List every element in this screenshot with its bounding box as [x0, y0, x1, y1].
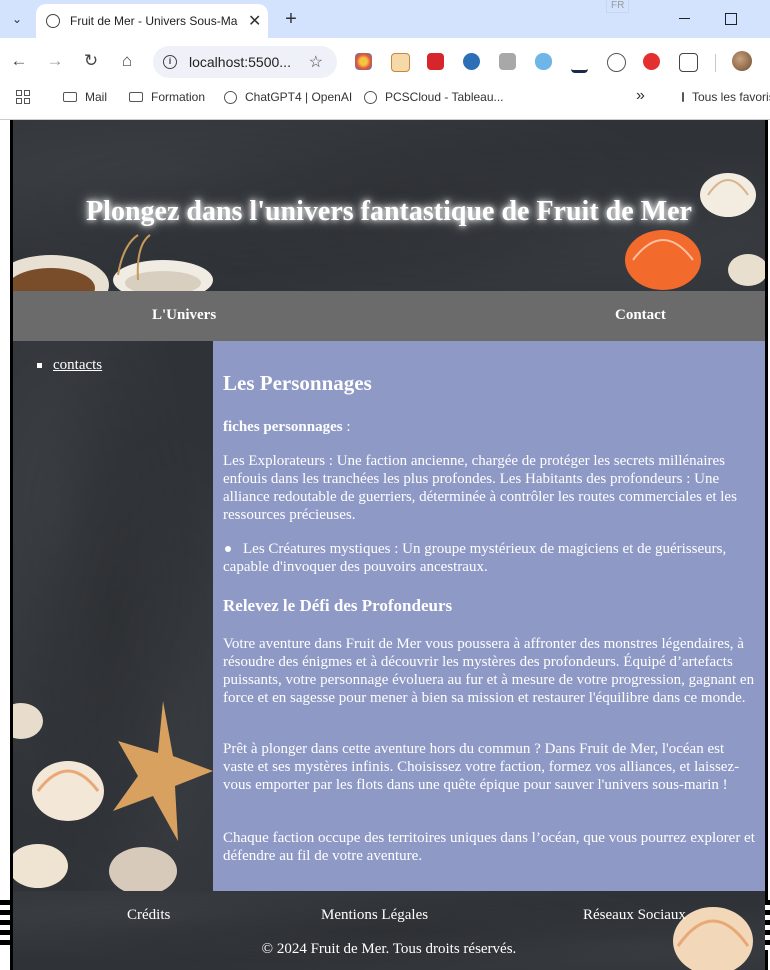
content-paragraph: Chaque faction occupe des territoires un…	[223, 830, 755, 864]
bookmark-mail[interactable]: Mail	[63, 90, 107, 104]
fiches-label: fiches personnages	[223, 419, 343, 435]
reload-icon[interactable]: ↻	[80, 50, 102, 72]
page-footer: Crédits Mentions Légales Réseaux Sociaux…	[13, 891, 765, 970]
url-text: localhost:5500...	[189, 54, 291, 70]
section-title-personnages: Les Personnages	[223, 371, 372, 395]
close-icon[interactable]: ✕	[248, 11, 261, 31]
address-bar[interactable]: i localhost:5500... ☆	[153, 46, 337, 78]
star-icon[interactable]: ☆	[309, 52, 323, 72]
seashell-decoration	[673, 907, 753, 970]
copyright-text: © 2024 Fruit de Mer. Tous droits réservé…	[261, 941, 517, 957]
bookmarks-overflow-button[interactable]: »	[636, 87, 645, 105]
fiches-line: fiches personnages :	[223, 418, 757, 436]
folder-icon	[682, 92, 684, 102]
bookmark-formation[interactable]: Formation	[129, 90, 205, 104]
factions-paragraph: Les Explorateurs : Une faction ancienne,…	[223, 453, 737, 523]
extension-icon[interactable]	[571, 53, 588, 73]
bookmark-chatgpt[interactable]: ChatGPT4 | OpenAI	[224, 90, 352, 104]
forward-arrow-icon[interactable]: →	[44, 50, 66, 72]
frame-edge	[0, 900, 10, 950]
section-title-defi: Relevez le Défi des Profondeurs	[223, 596, 453, 615]
main-nav: L'Univers Contact	[13, 291, 765, 341]
cloud-extension-icon[interactable]	[535, 53, 552, 70]
extension-icon[interactable]	[463, 53, 480, 70]
content-paragraph: Votre aventure dans Fruit de Mer vous po…	[223, 636, 755, 706]
site-info-icon[interactable]: i	[163, 55, 177, 69]
footer-link-mentions[interactable]: Mentions Légales	[321, 907, 428, 924]
bookmark-pcscloud[interactable]: PCSCloud - Tableau...	[364, 90, 504, 104]
tab-title: Fruit de Mer - Univers Sous-Ma	[70, 14, 238, 28]
footer-link-reseaux[interactable]: Réseaux Sociaux	[583, 907, 686, 924]
nav-link-contact[interactable]: Contact	[615, 307, 666, 324]
frame-edge	[765, 900, 770, 950]
extension-icon[interactable]	[355, 53, 372, 70]
footer-link-credits[interactable]: Crédits	[127, 907, 170, 924]
puzzle-icon[interactable]	[679, 53, 698, 72]
content-paragraph: Prêt à plonger dans cette aventure hors …	[223, 741, 740, 793]
home-icon[interactable]: ⌂	[116, 50, 138, 72]
bullet-text: Les Créatures mystiques : Un groupe myst…	[223, 541, 727, 575]
bookmark-label: PCSCloud - Tableau...	[385, 90, 504, 104]
main-content: Les Personnages fiches personnages : Les…	[213, 341, 765, 891]
toolbar-divider	[715, 54, 716, 72]
extension-icon[interactable]	[391, 53, 410, 72]
apps-icon[interactable]	[16, 90, 30, 104]
browser-toolbar: ← → ↻ ⌂ i localhost:5500... ☆	[0, 38, 770, 86]
folder-icon	[63, 92, 77, 102]
sidebar-list: contacts	[37, 357, 102, 374]
chrome-divider	[0, 112, 770, 120]
minimize-button[interactable]	[679, 18, 690, 19]
maximize-button[interactable]	[725, 13, 737, 25]
fiches-suffix: :	[342, 419, 351, 435]
starfish-decoration	[13, 701, 213, 891]
sidebar-link-contacts[interactable]: contacts	[53, 357, 102, 374]
web-page: Plongez dans l'univers fantastique de Fr…	[0, 120, 770, 970]
extension-icon[interactable]	[499, 53, 516, 70]
bookmark-label: Tous les favoris	[692, 90, 770, 104]
new-tab-button[interactable]: +	[281, 8, 301, 30]
tab-strip: ⌄ Fruit de Mer - Univers Sous-Ma ✕ + FR	[0, 0, 770, 38]
globe-icon	[46, 14, 60, 28]
folder-icon	[129, 92, 143, 102]
openai-icon	[224, 90, 237, 104]
pdf-extension-icon[interactable]	[427, 53, 444, 70]
nav-link-univers[interactable]: L'Univers	[152, 307, 216, 324]
bookmarks-bar: Mail Formation ChatGPT4 | OpenAI PCSClou…	[0, 86, 770, 112]
hero-title: Plongez dans l'univers fantastique de Fr…	[86, 196, 692, 227]
hero-banner: Plongez dans l'univers fantastique de Fr…	[13, 120, 765, 291]
tab-search-chevron-icon[interactable]: ⌄	[6, 8, 28, 30]
bookmark-label: ChatGPT4 | OpenAI	[245, 90, 353, 104]
sidebar: contacts	[13, 341, 213, 891]
bookmark-label: Mail	[85, 90, 108, 104]
sidebar-item-contacts: contacts	[37, 357, 102, 374]
faction-bullet: Les Créatures mystiques : Un groupe myst…	[223, 540, 757, 576]
adblock-icon[interactable]	[643, 53, 660, 70]
all-bookmarks-folder[interactable]: Tous les favoris	[682, 90, 770, 104]
globe-icon	[364, 90, 377, 104]
bullet-icon	[225, 545, 231, 552]
extension-icon[interactable]	[607, 53, 626, 72]
active-tab[interactable]: Fruit de Mer - Univers Sous-Ma ✕	[36, 4, 268, 38]
profile-avatar[interactable]	[732, 51, 752, 71]
back-arrow-icon[interactable]: ←	[8, 50, 30, 72]
bookmark-label: Formation	[151, 90, 206, 104]
language-badge: FR	[606, 0, 630, 13]
